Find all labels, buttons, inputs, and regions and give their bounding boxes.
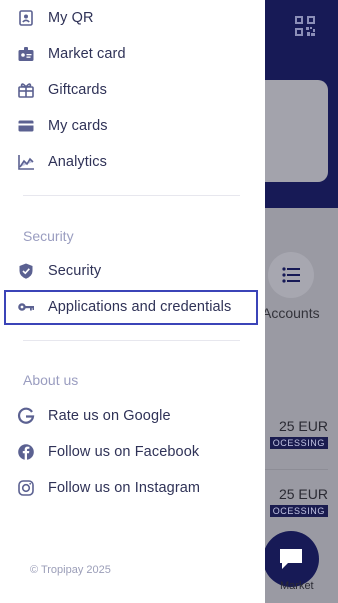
menu-item-market-card[interactable]: Market card: [0, 36, 265, 72]
transaction-row[interactable]: 25 EUR OCESSING: [258, 418, 328, 449]
menu-item-security[interactable]: Security: [0, 253, 265, 289]
side-drawer: My QR Market card Giftcards My cards Ana…: [0, 0, 265, 603]
menu-item-label: Follow us on Facebook: [48, 444, 200, 460]
divider: [23, 195, 240, 196]
menu-item-rate-google[interactable]: Rate us on Google: [0, 398, 265, 434]
status-badge: OCESSING: [269, 437, 328, 449]
accounts-label: Accounts: [262, 305, 320, 321]
menu-item-label: Rate us on Google: [48, 408, 171, 424]
menu-item-label: Follow us on Instagram: [48, 480, 201, 496]
credit-card-icon: [17, 117, 35, 135]
menu-item-follow-instagram[interactable]: Follow us on Instagram: [0, 470, 265, 506]
id-badge-icon: [17, 9, 35, 27]
menu-item-label: My cards: [48, 118, 108, 134]
copyright-text: © Tropipay 2025: [30, 564, 111, 576]
qr-code-icon[interactable]: [294, 15, 316, 37]
menu-item-label: Giftcards: [48, 82, 107, 98]
menu-item-label: Market card: [48, 46, 126, 62]
facebook-icon: [17, 443, 35, 461]
chat-icon: [280, 549, 302, 569]
section-title-about: About us: [23, 372, 79, 388]
chart-line-icon: [17, 153, 35, 171]
menu-item-label: My QR: [48, 10, 94, 26]
status-badge: OCESSING: [269, 505, 328, 517]
menu-item-label: Analytics: [48, 154, 107, 170]
google-icon: [17, 407, 35, 425]
contact-card-icon: [17, 45, 35, 63]
section-title-security: Security: [23, 228, 74, 244]
chat-button[interactable]: [263, 531, 319, 587]
market-tab-label[interactable]: Market: [280, 580, 314, 592]
transaction-row[interactable]: 25 EUR OCESSING: [258, 486, 328, 517]
list-icon: [282, 267, 300, 283]
transaction-amount: 25 EUR: [278, 486, 328, 502]
gift-icon: [17, 81, 35, 99]
menu-item-my-cards[interactable]: My cards: [0, 108, 265, 144]
divider: [23, 340, 240, 341]
menu-item-follow-facebook[interactable]: Follow us on Facebook: [0, 434, 265, 470]
instagram-icon: [17, 479, 35, 497]
transaction-amount: 25 EUR: [278, 418, 328, 434]
menu-item-analytics[interactable]: Analytics: [0, 144, 265, 180]
divider: [265, 469, 328, 470]
shield-icon: [17, 262, 35, 280]
accounts-button[interactable]: [268, 252, 314, 298]
menu-item-giftcards[interactable]: Giftcards: [0, 72, 265, 108]
selection-highlight: [4, 290, 258, 325]
menu-item-label: Security: [48, 263, 102, 279]
menu-item-my-qr[interactable]: My QR: [0, 0, 265, 36]
